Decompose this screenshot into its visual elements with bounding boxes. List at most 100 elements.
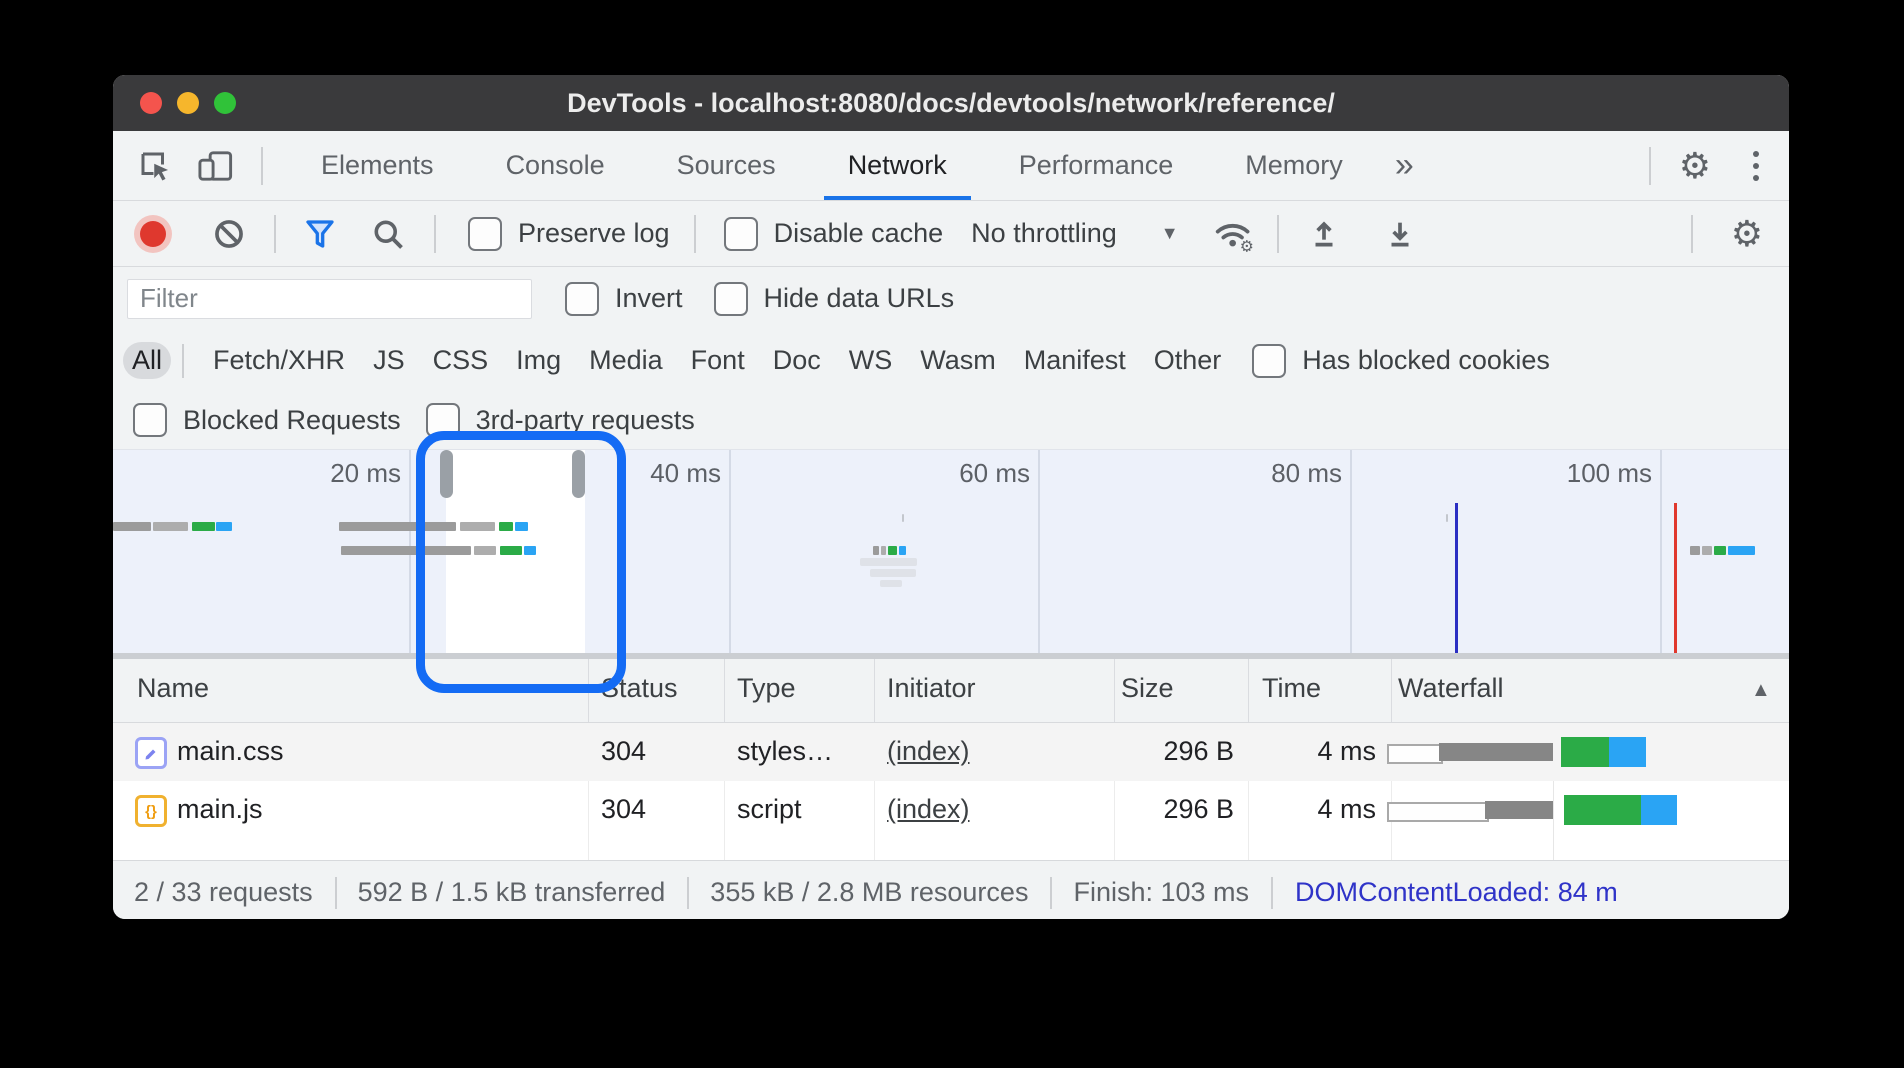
type-filter-img[interactable]: Img — [516, 345, 561, 376]
record-network-log-button[interactable] — [140, 221, 166, 247]
window-title: DevTools - localhost:8080/docs/devtools/… — [567, 88, 1335, 119]
timeline-request-bar — [474, 546, 496, 555]
column-header-size[interactable]: Size — [1121, 673, 1174, 704]
cell-type: styles… — [737, 736, 833, 767]
type-filter-list: Fetch/XHR JS CSS Img Media Font Doc WS Wasm Manif… — [213, 345, 1221, 376]
network-overview-timeline[interactable]: 20 ms40 ms60 ms80 ms100 ms — [113, 449, 1789, 653]
preserve-log-label[interactable]: Preserve log — [518, 218, 670, 249]
cell-initiator[interactable]: (index) — [887, 794, 970, 825]
customize-menu-icon[interactable] — [1753, 151, 1759, 181]
timeline-request-bar — [216, 522, 232, 531]
preserve-log-checkbox[interactable] — [468, 217, 502, 251]
import-har-icon[interactable] — [1307, 216, 1341, 252]
request-row-main.css[interactable]: main.css304styles…(index)296 B4 ms — [113, 723, 1789, 781]
type-filter-all[interactable]: All — [123, 342, 171, 379]
type-filter-wasm[interactable]: Wasm — [920, 345, 996, 376]
column-header-time[interactable]: Time — [1262, 673, 1321, 704]
clear-network-log-icon[interactable] — [212, 217, 246, 251]
cell-time: 4 ms — [1248, 794, 1376, 825]
disable-cache-checkbox[interactable] — [724, 217, 758, 251]
timeline-request-bar — [899, 546, 906, 555]
domcontentloaded-marker — [1455, 503, 1458, 653]
tab-elements[interactable]: Elements — [291, 131, 464, 200]
type-filter-css[interactable]: CSS — [433, 345, 489, 376]
timeline-gridline — [1660, 450, 1662, 653]
sort-direction-icon[interactable]: ▲ — [1751, 679, 1771, 702]
hide-data-urls-checkbox[interactable] — [714, 282, 748, 316]
waterfall-gray-segment — [1485, 801, 1553, 819]
close-window-button[interactable] — [140, 92, 162, 114]
column-divider[interactable] — [874, 659, 875, 722]
tab-memory[interactable]: Memory — [1215, 131, 1373, 200]
waterfall-green-segment — [1561, 737, 1609, 767]
disable-cache-label[interactable]: Disable cache — [774, 218, 944, 249]
search-icon[interactable] — [370, 216, 406, 252]
waterfall-gray-segment — [1439, 743, 1553, 761]
status-summary-item: 592 B / 1.5 kB transferred — [358, 877, 666, 908]
has-blocked-cookies-checkbox[interactable] — [1252, 344, 1286, 378]
blocked-requests-checkbox[interactable] — [133, 403, 167, 437]
column-divider[interactable] — [1114, 659, 1115, 722]
selection-left-handle[interactable] — [440, 450, 453, 498]
selection-right-handle[interactable] — [572, 450, 585, 498]
column-header-initiator[interactable]: Initiator — [887, 673, 976, 704]
timeline-request-bar — [881, 546, 886, 555]
divider — [1649, 147, 1651, 185]
invert-checkbox[interactable] — [565, 282, 599, 316]
network-conditions-icon[interactable]: ⚙ — [1213, 215, 1257, 253]
traffic-lights — [140, 92, 236, 114]
network-settings-gear-icon[interactable]: ⚙ — [1731, 216, 1763, 252]
third-party-requests-label[interactable]: 3rd-party requests — [476, 405, 695, 436]
type-filter-font[interactable]: Font — [691, 345, 745, 376]
column-header-type[interactable]: Type — [737, 673, 796, 704]
type-filter-js[interactable]: JS — [373, 345, 405, 376]
column-divider[interactable] — [1248, 659, 1249, 722]
more-filters-row: Blocked Requests 3rd-party requests — [113, 391, 1789, 449]
export-har-icon[interactable] — [1383, 216, 1417, 252]
type-filter-other[interactable]: Other — [1154, 345, 1222, 376]
settings-gear-icon[interactable]: ⚙ — [1679, 148, 1711, 184]
timeline-gridline — [1350, 450, 1352, 653]
request-row-main.js[interactable]: {}main.js304script(index)296 B4 ms — [113, 781, 1789, 839]
timeline-request-bar — [1690, 546, 1700, 555]
timeline-request-bar — [1728, 546, 1755, 555]
cell-type: script — [737, 794, 802, 825]
blocked-requests-label[interactable]: Blocked Requests — [183, 405, 401, 436]
column-divider[interactable] — [724, 659, 725, 722]
inspect-element-icon[interactable] — [137, 148, 173, 184]
third-party-requests-checkbox[interactable] — [426, 403, 460, 437]
tab-network[interactable]: Network — [818, 131, 977, 200]
type-filter-media[interactable]: Media — [589, 345, 663, 376]
column-header-status[interactable]: Status — [601, 673, 678, 704]
cell-initiator[interactable]: (index) — [887, 736, 970, 767]
divider — [261, 147, 263, 185]
cell-status: 304 — [601, 794, 646, 825]
faint-request-label — [870, 569, 916, 577]
throttling-select[interactable]: No throttling ▼ — [971, 218, 1178, 249]
tab-console[interactable]: Console — [476, 131, 635, 200]
has-blocked-cookies-label[interactable]: Has blocked cookies — [1302, 345, 1550, 376]
filter-icon[interactable] — [302, 216, 338, 252]
divider — [687, 877, 689, 909]
tab-performance[interactable]: Performance — [989, 131, 1204, 200]
filter-input[interactable] — [127, 279, 532, 319]
type-filter-doc[interactable]: Doc — [773, 345, 821, 376]
type-filter-fetch-xhr[interactable]: Fetch/XHR — [213, 345, 345, 376]
minimize-window-button[interactable] — [177, 92, 199, 114]
waterfall-blue-segment — [1609, 737, 1646, 767]
column-header-waterfall[interactable]: Waterfall — [1398, 673, 1504, 704]
hide-data-urls-label[interactable]: Hide data URLs — [764, 283, 955, 314]
timeline-request-bar — [888, 546, 897, 555]
timeline-minor-tick — [902, 514, 904, 522]
column-divider[interactable] — [588, 659, 589, 722]
timeline-request-bar — [515, 522, 528, 531]
zoom-window-button[interactable] — [214, 92, 236, 114]
type-filter-ws[interactable]: WS — [849, 345, 893, 376]
column-divider[interactable] — [1391, 659, 1392, 722]
type-filter-manifest[interactable]: Manifest — [1024, 345, 1126, 376]
device-toolbar-icon[interactable] — [197, 148, 235, 184]
column-header-name[interactable]: Name — [137, 673, 209, 704]
invert-label[interactable]: Invert — [615, 283, 683, 314]
more-tabs-button[interactable]: » — [1387, 146, 1422, 185]
tab-sources[interactable]: Sources — [647, 131, 806, 200]
